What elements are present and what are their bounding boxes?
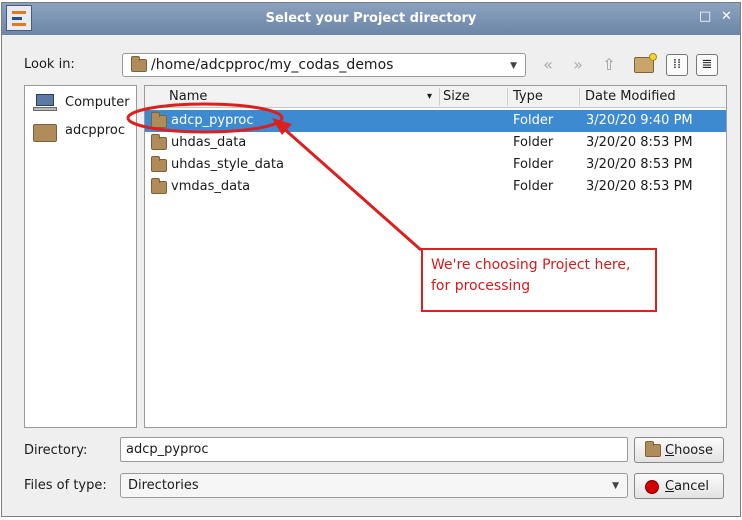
files-of-type-label: Files of type: — [24, 478, 107, 493]
files-of-type-value: Directories — [128, 478, 199, 493]
file-modified: 3/20/20 9:40 PM — [586, 113, 693, 128]
directory-value: adcp_pyproc — [126, 442, 209, 457]
file-modified: 3/20/20 8:53 PM — [586, 135, 693, 150]
look-in-combo[interactable]: /home/adcpproc/my_codas_demos ▼ — [122, 53, 526, 77]
computer-icon — [33, 94, 57, 112]
column-name[interactable]: Name — [169, 89, 207, 104]
file-name: uhdas_data — [171, 135, 247, 150]
file-type: Folder — [513, 179, 554, 194]
file-type: Folder — [513, 157, 554, 172]
annotation-callout: We're choosing Project here, for process… — [421, 248, 657, 312]
file-modified: 3/20/20 8:53 PM — [586, 157, 693, 172]
choose-button[interactable]: Choose — [634, 437, 724, 463]
place-label: Computer — [65, 95, 130, 110]
cancel-label: ancel — [674, 479, 710, 494]
cancel-icon — [645, 480, 659, 494]
column-type[interactable]: Type — [513, 89, 543, 104]
files-of-type-combo[interactable]: Directories ▼ — [120, 473, 628, 498]
directory-field[interactable]: adcp_pyproc — [120, 437, 628, 462]
file-row[interactable]: uhdas_data Folder 3/20/20 8:53 PM — [145, 132, 726, 154]
chevron-down-icon: ▼ — [510, 61, 517, 71]
folder-icon — [151, 178, 167, 194]
detail-view-icon[interactable]: ≣ — [696, 54, 718, 76]
file-name: adcp_pyproc — [171, 113, 254, 128]
folder-icon — [645, 441, 661, 457]
choose-label: hoose — [674, 443, 713, 458]
file-name: vmdas_data — [171, 179, 251, 194]
close-icon[interactable]: ✕ — [721, 9, 732, 24]
window-title: Select your Project directory — [265, 11, 477, 26]
file-row[interactable]: uhdas_style_data Folder 3/20/20 8:53 PM — [145, 154, 726, 176]
cancel-mnemonic: C — [665, 479, 675, 494]
title-bar[interactable]: Select your Project directory □ ✕ — [2, 3, 740, 35]
column-date-modified[interactable]: Date Modified — [585, 89, 676, 104]
file-type: Folder — [513, 113, 554, 128]
folder-icon — [131, 56, 147, 72]
places-sidebar: Computer adcpproc — [24, 85, 137, 428]
file-row[interactable]: vmdas_data Folder 3/20/20 8:53 PM — [145, 176, 726, 198]
choose-mnemonic: C — [665, 443, 675, 458]
annotation-line-2: for processing — [431, 278, 531, 294]
restore-icon[interactable]: □ — [699, 9, 711, 24]
folder-icon — [151, 156, 167, 172]
place-label: adcpproc — [65, 123, 126, 138]
folder-icon — [151, 134, 167, 150]
look-in-path: /home/adcpproc/my_codas_demos — [151, 57, 394, 73]
file-name: uhdas_style_data — [171, 157, 284, 172]
new-folder-icon[interactable] — [634, 53, 657, 73]
file-row[interactable]: adcp_pyproc Folder 3/20/20 9:40 PM — [145, 110, 726, 132]
parent-folder-icon[interactable]: ⇧ — [597, 53, 621, 77]
cancel-button[interactable]: Cancel — [634, 473, 724, 499]
list-view-icon[interactable]: ⁞⁞ — [666, 54, 688, 76]
file-modified: 3/20/20 8:53 PM — [586, 179, 693, 194]
directory-label: Directory: — [24, 443, 88, 458]
back-icon[interactable]: « — [536, 53, 560, 77]
forward-icon[interactable]: » — [566, 53, 590, 77]
folder-icon — [33, 124, 57, 142]
sort-desc-icon: ▾ — [427, 91, 433, 102]
file-type: Folder — [513, 135, 554, 150]
annotation-line-1: We're choosing Project here, — [431, 257, 631, 273]
file-list-header: Name ▾ Size Type Date Modified — [145, 86, 726, 108]
column-size[interactable]: Size — [443, 89, 470, 104]
look-in-label: Look in: — [24, 57, 75, 72]
folder-icon — [151, 112, 167, 128]
chevron-down-icon: ▼ — [612, 481, 619, 491]
